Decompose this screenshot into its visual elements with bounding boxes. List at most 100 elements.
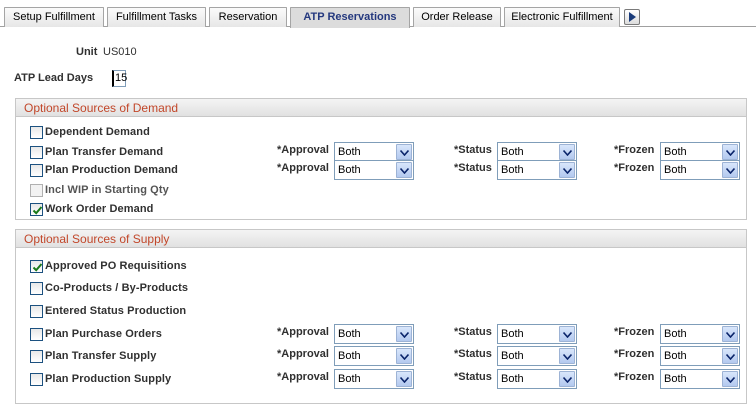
plan-transfer-supply-approval-select[interactable]: Both — [334, 346, 414, 366]
dependent-demand-label: Dependent Demand — [45, 126, 150, 138]
unit-value: US010 — [103, 46, 137, 58]
entered-status-production-checkbox[interactable] — [30, 305, 43, 318]
plan-transfer-supply-checkbox[interactable] — [30, 350, 43, 363]
approval-label: *Approval — [277, 348, 329, 360]
dropdown-button[interactable] — [559, 144, 575, 160]
plan-purchase-orders-frozen-select[interactable]: Both — [660, 324, 740, 344]
dropdown-button[interactable] — [396, 162, 412, 178]
dependent-demand-checkbox[interactable] — [30, 126, 43, 139]
chevron-down-icon — [400, 354, 409, 360]
tab-order-release[interactable]: Order Release — [413, 7, 501, 27]
status-value: Both — [501, 350, 524, 362]
co-products-by-products-checkbox[interactable] — [30, 282, 43, 295]
approval-label: *Approval — [277, 326, 329, 338]
approval-value: Both — [338, 373, 361, 385]
dropdown-button[interactable] — [722, 348, 738, 364]
tab-setup-fulfillment[interactable]: Setup Fulfillment — [4, 7, 104, 27]
plan-purchase-orders-label: Plan Purchase Orders — [45, 328, 162, 340]
frozen-label: *Frozen — [614, 371, 655, 383]
dropdown-button[interactable] — [559, 348, 575, 364]
approval-value: Both — [338, 350, 361, 362]
dropdown-button[interactable] — [559, 326, 575, 342]
incl-wip-in-starting-qty-label: Incl WIP in Starting Qty — [45, 184, 169, 196]
play-right-icon — [629, 12, 636, 22]
chevron-down-icon — [726, 354, 735, 360]
frozen-value: Both — [664, 373, 687, 385]
frozen-label: *Frozen — [614, 326, 655, 338]
chevron-down-icon — [726, 377, 735, 383]
approval-value: Both — [338, 146, 361, 158]
frozen-value: Both — [664, 146, 687, 158]
lead-days-label: ATP Lead Days — [14, 72, 94, 84]
chevron-down-icon — [563, 168, 572, 174]
tab-bar: Setup Fulfillment Fulfillment Tasks Rese… — [0, 7, 756, 28]
status-value: Both — [501, 328, 524, 340]
frozen-label: *Frozen — [614, 144, 655, 156]
lead-days-input[interactable]: 15 — [112, 70, 127, 87]
work-order-demand-label: Work Order Demand — [45, 203, 154, 215]
dropdown-button[interactable] — [722, 162, 738, 178]
chevron-down-icon — [563, 354, 572, 360]
tab-electronic-fulfillment[interactable]: Electronic Fulfillment — [504, 7, 620, 27]
tab-reservation[interactable]: Reservation — [209, 7, 287, 27]
approval-label: *Approval — [277, 162, 329, 174]
dropdown-button[interactable] — [396, 371, 412, 387]
frozen-value: Both — [664, 164, 687, 176]
plan-production-demand-approval-select[interactable]: Both — [334, 160, 414, 180]
status-label: *Status — [454, 162, 492, 174]
plan-transfer-demand-checkbox[interactable] — [30, 146, 43, 159]
frozen-label: *Frozen — [614, 348, 655, 360]
chevron-down-icon — [726, 168, 735, 174]
co-products-by-products-label: Co-Products / By-Products — [45, 282, 189, 294]
dropdown-button[interactable] — [559, 162, 575, 178]
chevron-down-icon — [726, 332, 735, 338]
chevron-down-icon — [563, 332, 572, 338]
chevron-down-icon — [400, 332, 409, 338]
plan-transfer-demand-status-select[interactable]: Both — [497, 142, 577, 162]
status-value: Both — [501, 373, 524, 385]
plan-production-demand-checkbox[interactable] — [30, 164, 43, 177]
chevron-down-icon — [563, 377, 572, 383]
incl-wip-in-starting-qty-checkbox — [30, 184, 43, 197]
plan-purchase-orders-checkbox[interactable] — [30, 328, 43, 341]
check-icon — [32, 206, 43, 215]
tab-atp-reservations[interactable]: ATP Reservations — [290, 7, 410, 28]
frozen-label: *Frozen — [614, 162, 655, 174]
status-label: *Status — [454, 371, 492, 383]
dropdown-button[interactable] — [559, 371, 575, 387]
plan-transfer-supply-label: Plan Transfer Supply — [45, 350, 157, 362]
tab-fulfillment-tasks[interactable]: Fulfillment Tasks — [107, 7, 206, 27]
plan-production-supply-status-select[interactable]: Both — [497, 369, 577, 389]
plan-production-supply-label: Plan Production Supply — [45, 373, 172, 385]
dropdown-button[interactable] — [722, 371, 738, 387]
chevron-down-icon — [400, 168, 409, 174]
dropdown-button[interactable] — [396, 348, 412, 364]
plan-production-supply-approval-select[interactable]: Both — [334, 369, 414, 389]
dropdown-button[interactable] — [722, 326, 738, 342]
dropdown-button[interactable] — [396, 326, 412, 342]
plan-transfer-supply-frozen-select[interactable]: Both — [660, 346, 740, 366]
plan-production-demand-frozen-select[interactable]: Both — [660, 160, 740, 180]
plan-purchase-orders-approval-select[interactable]: Both — [334, 324, 414, 344]
plan-purchase-orders-status-select[interactable]: Both — [497, 324, 577, 344]
plan-transfer-supply-status-select[interactable]: Both — [497, 346, 577, 366]
approval-label: *Approval — [277, 144, 329, 156]
status-label: *Status — [454, 326, 492, 338]
chevron-down-icon — [400, 150, 409, 156]
dropdown-button[interactable] — [722, 144, 738, 160]
status-label: *Status — [454, 144, 492, 156]
approved-po-requisitions-label: Approved PO Requisitions — [45, 260, 187, 272]
plan-transfer-demand-approval-select[interactable]: Both — [334, 142, 414, 162]
work-order-demand-checkbox[interactable] — [30, 203, 43, 216]
entered-status-production-label: Entered Status Production — [45, 305, 187, 317]
plan-production-supply-frozen-select[interactable]: Both — [660, 369, 740, 389]
approval-value: Both — [338, 328, 361, 340]
plan-transfer-demand-label: Plan Transfer Demand — [45, 146, 164, 158]
plan-transfer-demand-frozen-select[interactable]: Both — [660, 142, 740, 162]
plan-production-demand-status-select[interactable]: Both — [497, 160, 577, 180]
chevron-down-icon — [400, 377, 409, 383]
dropdown-button[interactable] — [396, 144, 412, 160]
next-tab-button[interactable] — [624, 9, 640, 25]
approved-po-requisitions-checkbox[interactable] — [30, 260, 43, 273]
plan-production-supply-checkbox[interactable] — [30, 373, 43, 386]
